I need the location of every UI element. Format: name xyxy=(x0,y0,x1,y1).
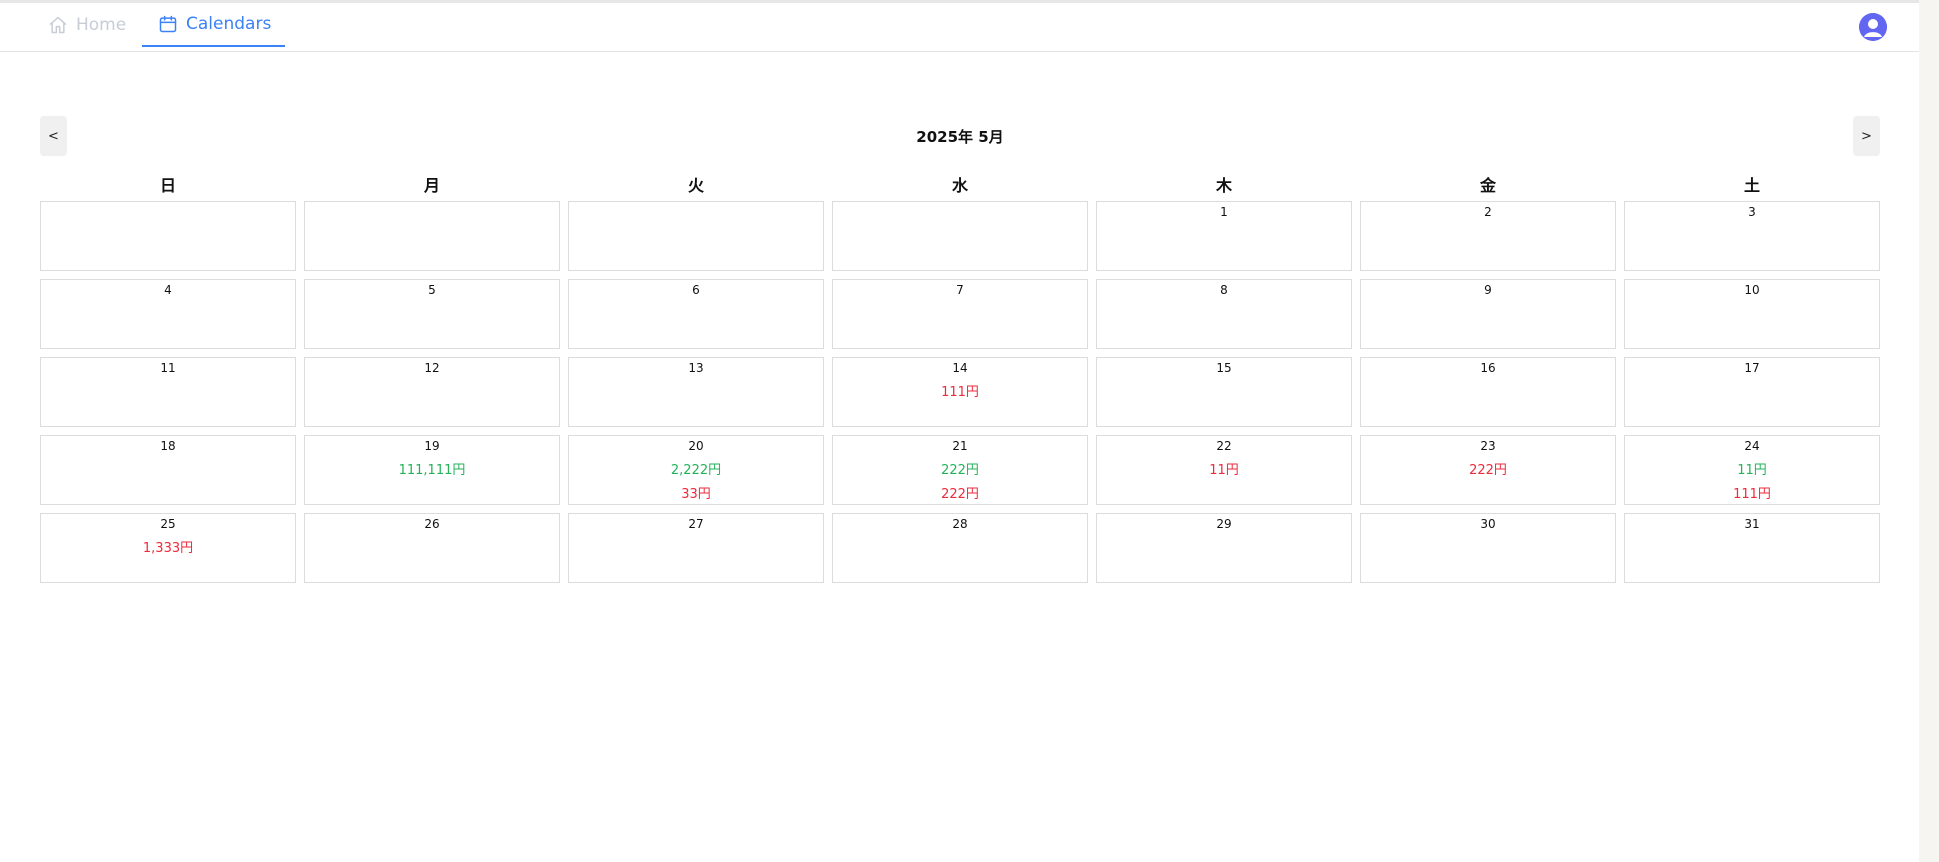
tab-home-label: Home xyxy=(76,15,127,35)
day-number: 11 xyxy=(160,361,176,375)
calendar-day-cell[interactable]: 7 xyxy=(832,279,1088,349)
tab-calendars-label: Calendars xyxy=(186,14,272,34)
calendar-day-cell[interactable]: 22 11円 xyxy=(1096,435,1352,505)
day-number: 4 xyxy=(164,283,172,297)
calendar-grid: 1 2 3 4 5 6 7 8 9 10 11 12 13 14 111円 15 16 17 18 19 111,111… xyxy=(40,201,1880,585)
calendar-day-cell[interactable]: 23 222円 xyxy=(1360,435,1616,505)
calendar-day-cell[interactable]: 29 xyxy=(1096,513,1352,583)
weekday-fri: 金 xyxy=(1479,176,1496,195)
calendar-day-cell[interactable]: 12 xyxy=(304,357,560,427)
calendar-day-cell[interactable]: 3 xyxy=(1624,201,1880,271)
calendar-day-cell[interactable]: 16 xyxy=(1360,357,1616,427)
day-number: 18 xyxy=(160,439,176,453)
calendar-day-cell[interactable]: 2 xyxy=(1360,201,1616,271)
day-number: 31 xyxy=(1744,517,1760,531)
user-avatar-icon[interactable] xyxy=(1859,13,1887,41)
month-header: < 2025年 5月 > xyxy=(40,116,1880,156)
calendar-day-cell[interactable]: 17 xyxy=(1624,357,1880,427)
expense-amount: 222円 xyxy=(1469,463,1507,478)
tab-home[interactable]: Home xyxy=(48,3,126,47)
calendar-icon xyxy=(158,14,178,34)
weekday-mon: 月 xyxy=(423,176,440,195)
calendar-day-cell[interactable]: 6 xyxy=(568,279,824,349)
day-number: 27 xyxy=(688,517,704,531)
day-number: 29 xyxy=(1216,517,1232,531)
calendar-day-cell[interactable]: 14 111円 xyxy=(832,357,1088,427)
day-number: 10 xyxy=(1744,283,1760,297)
calendar-day-cell[interactable]: 27 xyxy=(568,513,824,583)
calendar-day-cell[interactable]: 10 xyxy=(1624,279,1880,349)
calendar-day-cell[interactable]: 1 xyxy=(1096,201,1352,271)
weekday-sun: 日 xyxy=(159,176,176,195)
day-number: 16 xyxy=(1480,361,1496,375)
expense-amount: 111円 xyxy=(1733,487,1771,502)
day-number: 9 xyxy=(1484,283,1492,297)
day-number: 22 xyxy=(1216,439,1232,453)
day-number: 13 xyxy=(688,361,704,375)
day-number: 1 xyxy=(1220,205,1228,219)
day-number: 19 xyxy=(424,439,440,453)
calendar-day-cell[interactable]: 30 xyxy=(1360,513,1616,583)
day-number: 30 xyxy=(1480,517,1496,531)
day-number: 6 xyxy=(692,283,700,297)
income-amount: 2,222円 xyxy=(670,463,722,478)
calendar-day-cell[interactable]: 18 xyxy=(40,435,296,505)
calendar-day-cell[interactable]: 31 xyxy=(1624,513,1880,583)
calendar-day-cell[interactable]: 8 xyxy=(1096,279,1352,349)
day-number: 8 xyxy=(1220,283,1228,297)
calendar-empty-cell xyxy=(40,201,296,271)
calendar-empty-cell xyxy=(304,201,560,271)
day-number: 3 xyxy=(1748,205,1756,219)
weekday-tue: 火 xyxy=(687,176,704,195)
calendar-day-cell[interactable]: 4 xyxy=(40,279,296,349)
calendar-day-cell[interactable]: 9 xyxy=(1360,279,1616,349)
day-number: 15 xyxy=(1216,361,1232,375)
day-number: 5 xyxy=(428,283,436,297)
weekday-sat: 土 xyxy=(1743,176,1760,195)
calendar-day-cell[interactable]: 15 xyxy=(1096,357,1352,427)
income-amount: 222円 xyxy=(941,463,979,478)
home-icon xyxy=(48,15,68,35)
day-number: 26 xyxy=(424,517,440,531)
day-number: 20 xyxy=(688,439,704,453)
next-month-button[interactable]: > xyxy=(1853,116,1880,156)
calendar-day-cell[interactable]: 11 xyxy=(40,357,296,427)
calendar-empty-cell xyxy=(568,201,824,271)
weekday-wed: 水 xyxy=(951,176,968,195)
expense-amount: 1,333円 xyxy=(142,541,194,556)
calendar-empty-cell xyxy=(832,201,1088,271)
day-number: 21 xyxy=(952,439,968,453)
income-amount: 11円 xyxy=(1737,463,1767,478)
day-number: 7 xyxy=(956,283,964,297)
calendar-day-cell[interactable]: 19 111,111円 xyxy=(304,435,560,505)
day-number: 12 xyxy=(424,361,440,375)
day-number: 25 xyxy=(160,517,176,531)
day-number: 24 xyxy=(1744,439,1760,453)
app-page: Home Calendars < 2025年 5月 > 日 月 火 水 木 金 … xyxy=(0,0,1919,862)
calendar-day-cell[interactable]: 25 1,333円 xyxy=(40,513,296,583)
day-number: 23 xyxy=(1480,439,1496,453)
day-number: 17 xyxy=(1744,361,1760,375)
month-title: 2025年 5月 xyxy=(916,128,1004,146)
calendar-day-cell[interactable]: 5 xyxy=(304,279,560,349)
calendar-day-cell[interactable]: 26 xyxy=(304,513,560,583)
expense-amount: 111円 xyxy=(941,385,979,400)
income-amount: 111,111円 xyxy=(398,463,466,478)
calendar-day-cell[interactable]: 21 222円 222円 xyxy=(832,435,1088,505)
day-number: 14 xyxy=(952,361,968,375)
expense-amount: 222円 xyxy=(941,487,979,502)
calendar-day-cell[interactable]: 20 2,222円 33円 xyxy=(568,435,824,505)
expense-amount: 11円 xyxy=(1209,463,1239,478)
top-navbar: Home Calendars xyxy=(0,3,1919,52)
calendar-day-cell[interactable]: 24 11円 111円 xyxy=(1624,435,1880,505)
day-number: 2 xyxy=(1484,205,1492,219)
weekday-thu: 木 xyxy=(1215,176,1232,195)
calendar-day-cell[interactable]: 28 xyxy=(832,513,1088,583)
day-number: 28 xyxy=(952,517,968,531)
weekday-header-row: 日 月 火 水 木 金 土 xyxy=(40,172,1880,195)
calendar-day-cell[interactable]: 13 xyxy=(568,357,824,427)
tab-calendars[interactable]: Calendars xyxy=(142,3,286,47)
expense-amount: 33円 xyxy=(681,487,711,502)
